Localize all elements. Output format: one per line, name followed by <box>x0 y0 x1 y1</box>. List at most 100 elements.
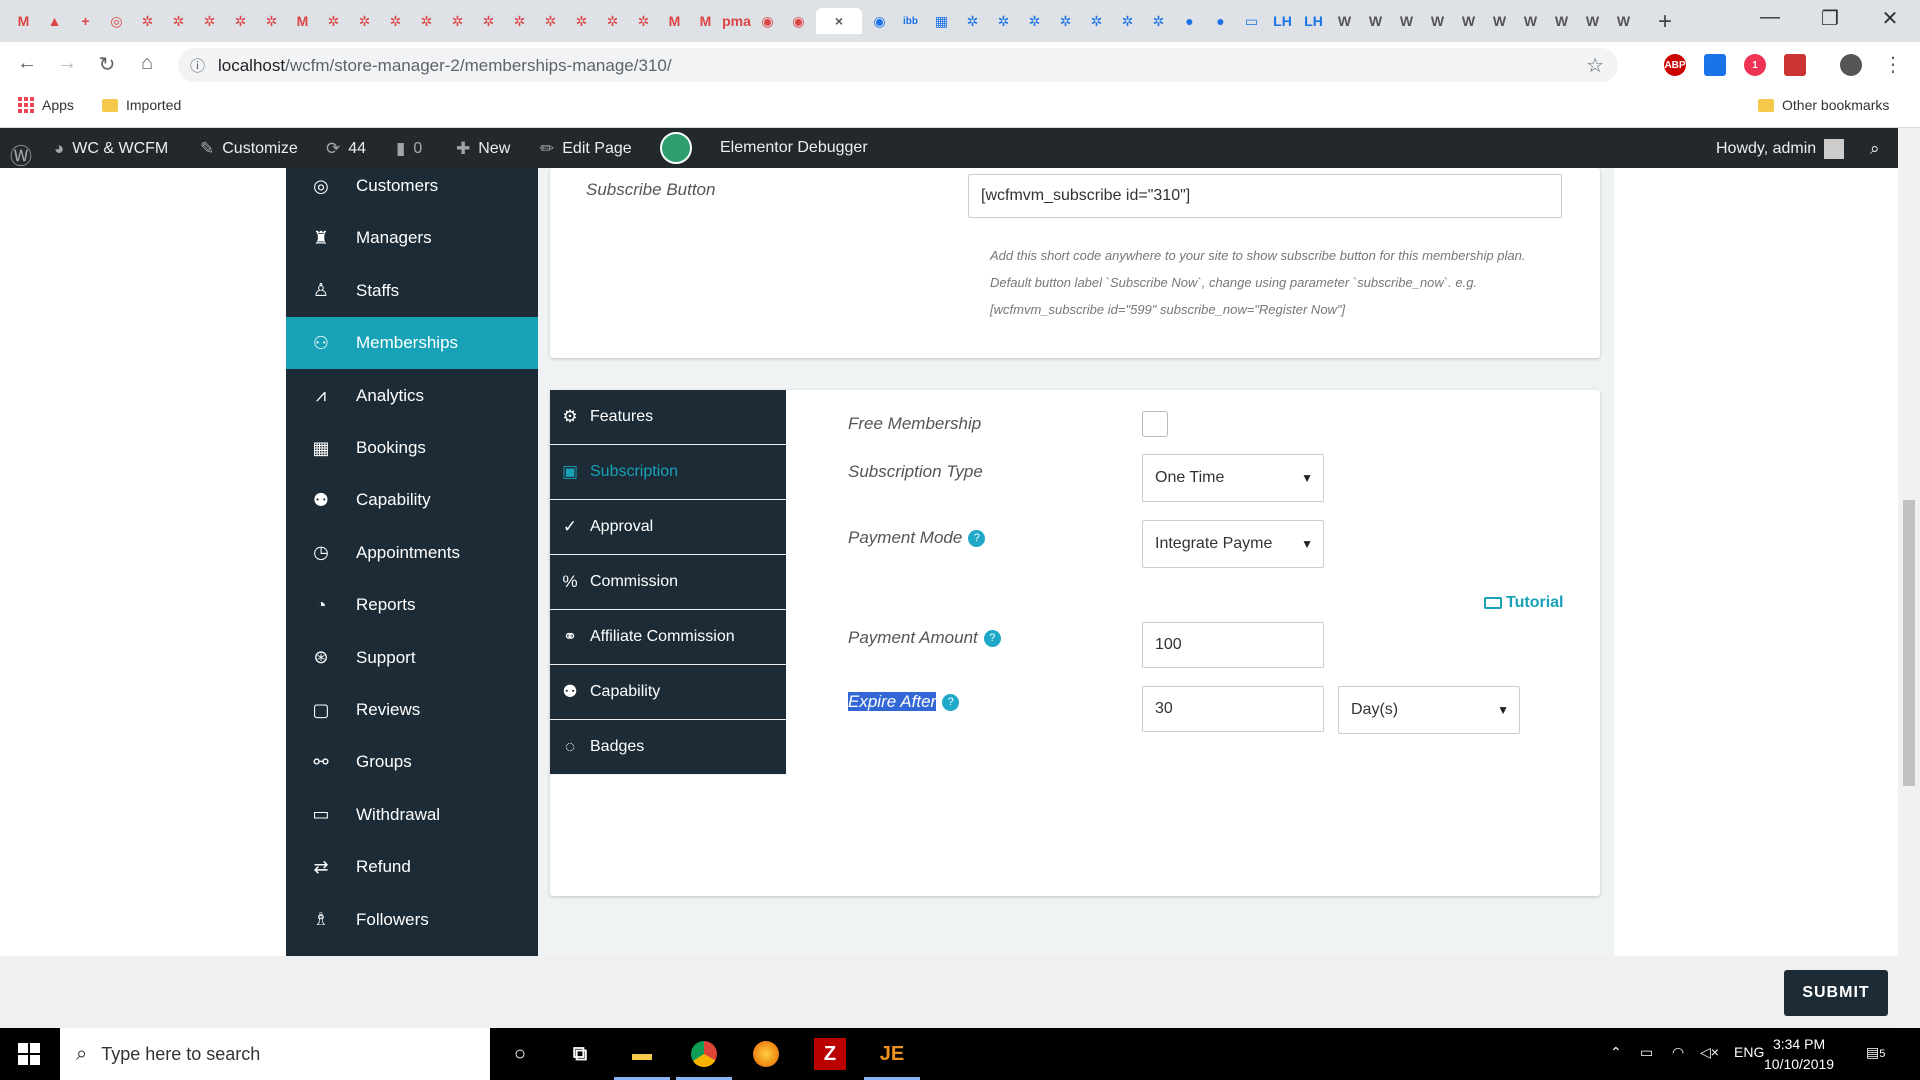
close-window-icon[interactable]: ✕ <box>1860 6 1920 31</box>
screenshot-extension-icon[interactable] <box>1704 54 1726 76</box>
tab-features[interactable]: ⚙ Features <box>550 390 786 445</box>
sidebar-item-memberships[interactable]: ⚇ Memberships <box>286 317 538 370</box>
browser-tab-14[interactable]: ✲ <box>444 8 471 34</box>
tutorial-link[interactable]: Tutorial <box>1484 594 1563 612</box>
tab-badges[interactable]: ◌ Badges <box>550 720 786 775</box>
menu-dots-icon[interactable]: ⋮ <box>1878 52 1908 77</box>
browser-tab-5[interactable]: ✲ <box>165 8 192 34</box>
bookmark-other[interactable]: Other bookmarks <box>1758 97 1889 113</box>
help-icon[interactable]: ? <box>942 694 960 712</box>
browser-tab-21[interactable]: M <box>661 8 688 34</box>
sidebar-item-reviews[interactable]: ▢ Reviews <box>286 684 538 736</box>
browser-tab-6[interactable]: ✲ <box>196 8 223 34</box>
browser-tab-after-4[interactable]: ✲ <box>990 8 1017 34</box>
browser-tab-after-17[interactable]: W <box>1393 8 1420 34</box>
url-input[interactable]: ⓘ localhost/wcfm/store-manager-2/members… <box>178 48 1618 82</box>
browser-tab-after-9[interactable]: ✲ <box>1145 8 1172 34</box>
site-name-link[interactable]: ◕ WC & WCFM <box>54 139 168 159</box>
help-icon[interactable]: ? <box>968 530 986 548</box>
new-content-link[interactable]: ✚ New <box>456 139 510 159</box>
browser-tab-16[interactable]: ✲ <box>506 8 533 34</box>
sidebar-item-analytics[interactable]: ⩘ Analytics <box>286 370 538 422</box>
browser-tab-22[interactable]: M <box>692 8 719 34</box>
browser-tab-after-20[interactable]: W <box>1486 8 1513 34</box>
browser-tab-13[interactable]: ✲ <box>413 8 440 34</box>
elementor-debugger-link[interactable]: Elementor Debugger <box>720 139 868 157</box>
notification-icon[interactable]: ▤5 <box>1866 1044 1885 1061</box>
reload-icon[interactable]: ↻ <box>92 52 122 77</box>
browser-tab-after-11[interactable]: ● <box>1207 8 1234 34</box>
sidebar-item-refund[interactable]: ⇄ Refund <box>286 841 538 893</box>
payment-mode-select[interactable]: Integrate Payme ▼ <box>1142 520 1324 568</box>
browser-tab-after-21[interactable]: W <box>1517 8 1544 34</box>
battery-icon[interactable]: ▭ <box>1640 1044 1653 1061</box>
expire-after-input[interactable]: 30 <box>1142 686 1324 732</box>
browser-tab-after-1[interactable]: ibb <box>897 8 924 34</box>
scrollbar-thumb[interactable] <box>1903 500 1915 786</box>
browser-tab-17[interactable]: ✲ <box>537 8 564 34</box>
browser-tab-25[interactable]: ◉ <box>785 8 812 34</box>
pocket-icon[interactable] <box>1784 54 1806 76</box>
browser-tab-after-6[interactable]: ✲ <box>1052 8 1079 34</box>
browser-tab-23[interactable]: pma <box>722 8 751 34</box>
browser-tab-2[interactable]: + <box>72 8 99 34</box>
page-scrollbar[interactable] <box>1898 128 1920 1028</box>
browser-tab-after-8[interactable]: ✲ <box>1114 8 1141 34</box>
free-membership-checkbox[interactable] <box>1142 411 1168 437</box>
volume-icon[interactable]: ◁× <box>1700 1044 1719 1061</box>
updates-link[interactable]: ⟳ 44 <box>326 139 366 159</box>
bookmark-star-icon[interactable]: ☆ <box>1586 53 1604 78</box>
forward-icon[interactable]: → <box>52 52 82 75</box>
sidebar-item-followers[interactable]: ♗ Followers <box>286 894 538 946</box>
windows-start-icon[interactable] <box>18 1043 40 1065</box>
sidebar-item-reports[interactable]: ◔ Reports <box>286 579 538 631</box>
firefox-icon[interactable] <box>750 1038 782 1070</box>
browser-tab-3[interactable]: ◎ <box>103 8 130 34</box>
browser-tab-24[interactable]: ◉ <box>754 8 781 34</box>
browser-tab-after-13[interactable]: LH <box>1269 8 1296 34</box>
admin-search-icon[interactable]: ⌕ <box>1870 139 1880 159</box>
taskbar-clock[interactable]: 3:34 PM 10/10/2019 <box>1764 1034 1834 1074</box>
file-explorer-icon[interactable]: ▬ <box>626 1038 658 1070</box>
submit-button[interactable]: SUBMIT <box>1784 970 1888 1016</box>
browser-tab-15[interactable]: ✲ <box>475 8 502 34</box>
active-tab-close-icon[interactable]: × <box>816 8 862 34</box>
chrome-icon[interactable] <box>688 1038 720 1070</box>
browser-tab-after-14[interactable]: LH <box>1300 8 1327 34</box>
elementor-avatar[interactable] <box>660 132 692 164</box>
profile-avatar[interactable] <box>1840 54 1862 76</box>
browser-tab-after-12[interactable]: ▭ <box>1238 8 1265 34</box>
payment-amount-input[interactable]: 100 <box>1142 622 1324 668</box>
tab-commission[interactable]: % Commission <box>550 555 786 610</box>
new-tab-button[interactable]: + <box>1658 8 1672 36</box>
filezilla-icon[interactable]: Z <box>814 1038 846 1070</box>
browser-tab-after-23[interactable]: W <box>1579 8 1606 34</box>
tab-approval[interactable]: ✓ Approval <box>550 500 786 555</box>
customize-link[interactable]: ✎ Customize <box>200 139 298 159</box>
adblock-icon[interactable]: ABP <box>1664 54 1686 76</box>
browser-tab-after-16[interactable]: W <box>1362 8 1389 34</box>
browser-tab-after-0[interactable]: ◉ <box>866 8 893 34</box>
sidebar-item-capability[interactable]: ⚉ Capability <box>286 474 538 526</box>
task-view-icon[interactable]: ⧉ <box>564 1038 596 1070</box>
comments-link[interactable]: ▮ 0 <box>396 139 422 159</box>
language-indicator[interactable]: ENG <box>1734 1044 1764 1060</box>
browser-tab-20[interactable]: ✲ <box>630 8 657 34</box>
taskbar-search-input[interactable]: ⌕ Type here to search <box>60 1028 490 1080</box>
browser-tab-after-24[interactable]: W <box>1610 8 1637 34</box>
sidebar-item-support[interactable]: ⊛ Support <box>286 632 538 684</box>
sidebar-item-groups[interactable]: ⚯ Groups <box>286 736 538 788</box>
jetbrains-icon[interactable]: JE <box>876 1038 908 1070</box>
browser-tab-after-22[interactable]: W <box>1548 8 1575 34</box>
browser-tab-11[interactable]: ✲ <box>351 8 378 34</box>
edit-page-link[interactable]: ✏ Edit Page <box>540 139 632 159</box>
maximize-icon[interactable]: ❐ <box>1800 6 1860 31</box>
wordpress-logo-icon[interactable]: Ⓦ <box>10 139 32 171</box>
wifi-icon[interactable]: ◠ <box>1672 1044 1684 1061</box>
tab-subscription[interactable]: ▣ Subscription <box>550 445 786 500</box>
browser-tab-after-7[interactable]: ✲ <box>1083 8 1110 34</box>
browser-tab-after-18[interactable]: W <box>1424 8 1451 34</box>
sidebar-item-appointments[interactable]: ◷ Appointments <box>286 527 538 579</box>
tab-affiliate-commission[interactable]: ⚭ Affiliate Commission <box>550 610 786 665</box>
browser-tab-19[interactable]: ✲ <box>599 8 626 34</box>
